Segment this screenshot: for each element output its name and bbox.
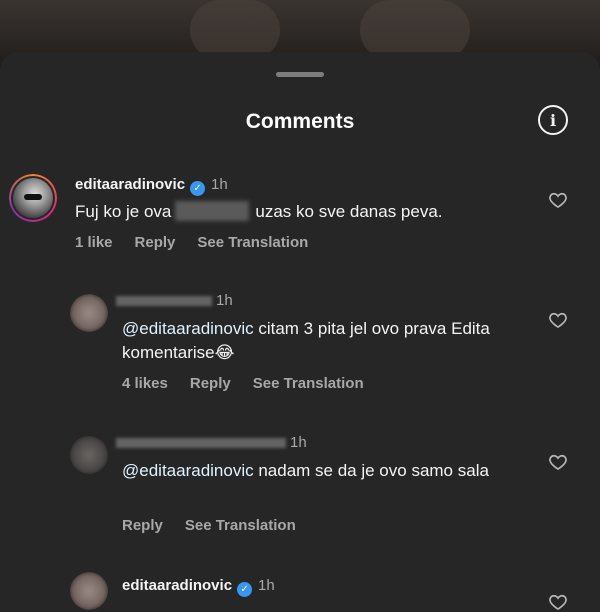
verified-badge-icon: ✓ xyxy=(237,582,253,597)
comment-header: editaaradinovic ✓ 1h xyxy=(75,176,228,196)
comment-text: @editaaradinovic nadam se da je ovo samo… xyxy=(122,459,522,483)
verified-badge-icon: ✓ xyxy=(190,181,206,196)
timestamp: 1h xyxy=(290,434,307,451)
mention-link[interactable]: @editaaradinovic xyxy=(122,319,254,338)
avatar[interactable] xyxy=(9,174,57,222)
sheet-title: Comments xyxy=(245,110,355,133)
avatar[interactable] xyxy=(70,572,108,610)
comment-actions: Reply See Translation xyxy=(122,517,318,534)
backdrop-shape xyxy=(190,0,280,60)
see-translation-button[interactable]: See Translation xyxy=(253,375,364,392)
comment-actions: 1 like Reply See Translation xyxy=(75,234,330,251)
blurred-username xyxy=(116,438,286,449)
timestamp: 1h xyxy=(216,292,233,309)
avatar[interactable] xyxy=(70,436,108,474)
likes-count[interactable]: 1 like xyxy=(75,234,113,251)
comments-sheet: Comments i editaaradinovic ✓ 1h Fuj ko je … xyxy=(0,52,600,612)
comment-text-part: nadam se da je ovo samo sala xyxy=(258,461,489,480)
censored-name xyxy=(175,201,250,221)
comment-text: @editaaradinovic citam 3 pita jel ovo pr… xyxy=(122,317,522,365)
see-translation-button[interactable]: See Translation xyxy=(185,517,296,534)
username[interactable]: editaaradinovic xyxy=(75,176,185,193)
backdrop-shape xyxy=(360,0,470,60)
mention-link[interactable]: @editaaradinovic xyxy=(122,461,254,480)
comment-header: 1h xyxy=(116,292,233,309)
heart-icon[interactable] xyxy=(548,310,568,330)
comment-text: Fuj ko je ova uzas ko sve danas peva. xyxy=(75,200,495,224)
blurred-username xyxy=(116,296,212,307)
username[interactable]: editaaradinovic xyxy=(122,577,232,594)
comment-actions: 4 likes Reply See Translation xyxy=(122,375,386,392)
heart-icon[interactable] xyxy=(548,452,568,472)
comment-header: editaaradinovic ✓ 1h xyxy=(122,577,275,597)
comment-text-part: Fuj ko je ova xyxy=(75,202,172,221)
comment-text-part: uzas ko sve danas peva. xyxy=(255,202,443,221)
timestamp: 1h xyxy=(258,577,275,594)
avatar[interactable] xyxy=(70,294,108,332)
timestamp: 1h xyxy=(211,176,228,193)
see-translation-button[interactable]: See Translation xyxy=(197,234,308,251)
heart-icon[interactable] xyxy=(548,592,568,612)
reply-button[interactable]: Reply xyxy=(122,517,163,534)
reply-button[interactable]: Reply xyxy=(190,375,231,392)
likes-count[interactable]: 4 likes xyxy=(122,375,168,392)
drag-handle[interactable] xyxy=(276,72,324,77)
heart-icon[interactable] xyxy=(548,190,568,210)
info-icon[interactable]: i xyxy=(538,105,568,135)
comment-header: 1h xyxy=(116,434,307,451)
reply-button[interactable]: Reply xyxy=(135,234,176,251)
